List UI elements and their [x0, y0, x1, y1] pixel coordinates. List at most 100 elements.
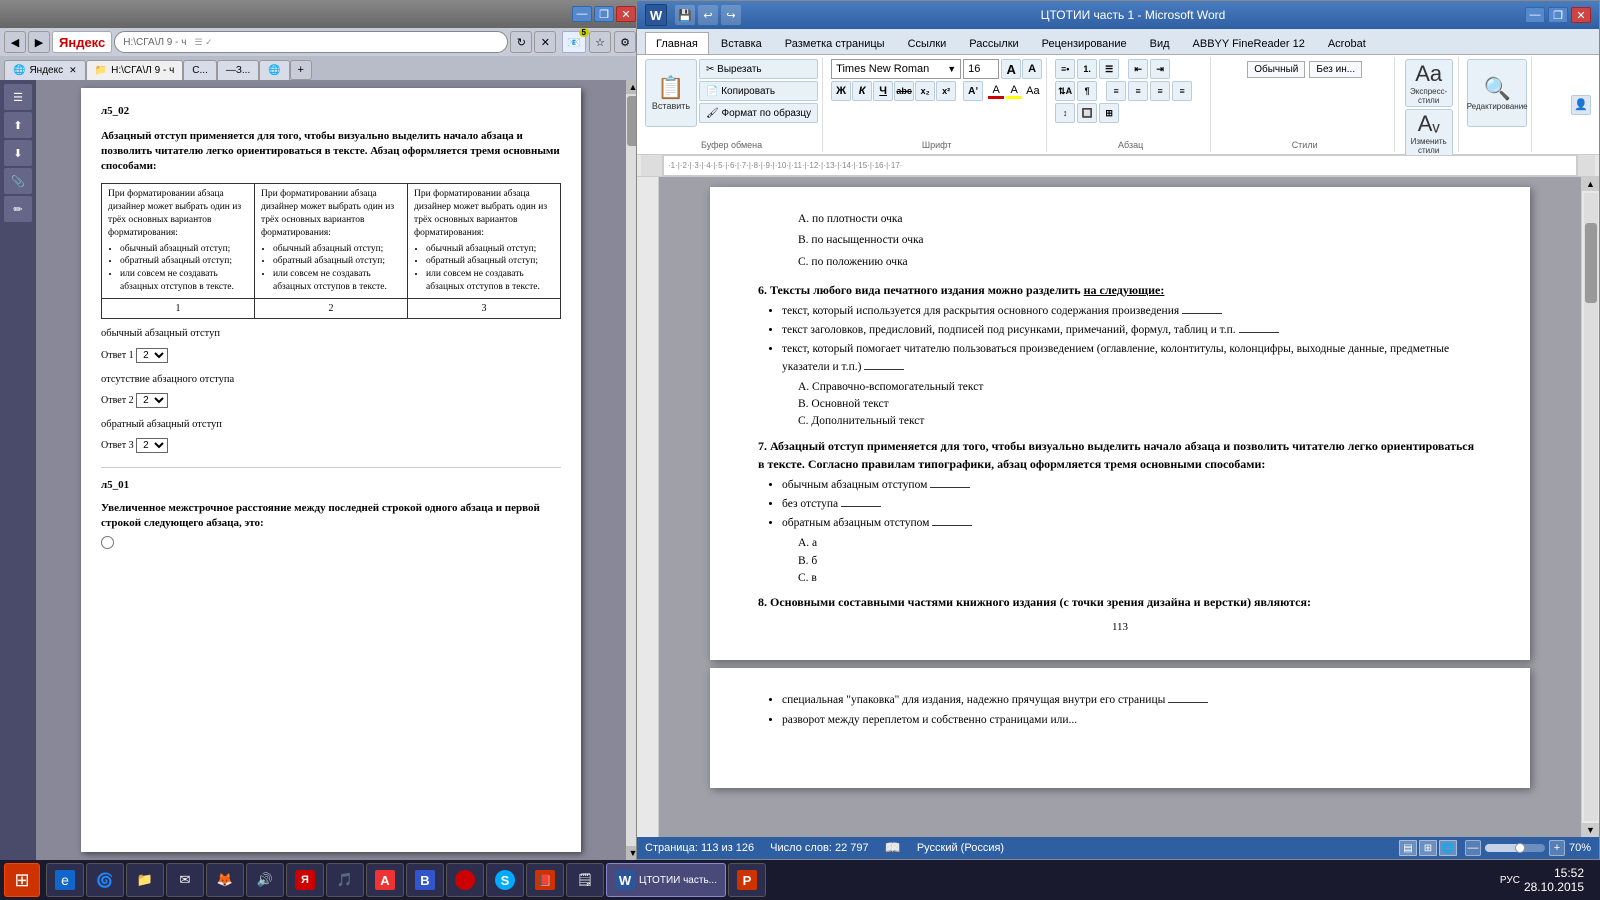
format-painter-btn[interactable]: 🖌 Формат по образцу [699, 103, 818, 123]
bullets-btn[interactable]: ≡• [1055, 59, 1075, 79]
favorites-btn[interactable]: ☆ [589, 31, 611, 53]
view-print-btn[interactable]: ▤ [1399, 840, 1417, 856]
tab-globe[interactable]: 🌐 [259, 60, 289, 80]
tab-yandex[interactable]: 🌐 Яндекс ✕ [4, 60, 86, 80]
superscript-btn[interactable]: x² [936, 81, 956, 101]
align-right-btn[interactable]: ≡ [1150, 81, 1170, 101]
strikethrough-btn[interactable]: abc [894, 81, 914, 101]
italic-btn[interactable]: К [852, 81, 872, 101]
line-spacing-btn[interactable]: ↕ [1055, 103, 1075, 123]
align-center-btn[interactable]: ≡ [1128, 81, 1148, 101]
cut-btn[interactable]: ✂ Вырезать [699, 59, 818, 79]
taskbar-abbyy[interactable]: A [366, 863, 404, 897]
express-styles-btn[interactable]: Aa Экспресс-стили [1405, 59, 1453, 107]
borders-btn[interactable]: ⊞ [1099, 103, 1119, 123]
copy-btn[interactable]: 📄 Копировать [699, 81, 818, 101]
zoom-out-btn[interactable]: — [1465, 840, 1481, 856]
taskbar-note[interactable]: 🗒 [566, 863, 604, 897]
sidebar-btn-2[interactable]: ⬆ [4, 112, 32, 138]
browser-minimize[interactable]: — [572, 6, 592, 22]
clear-format-btn[interactable]: Aʼ [963, 81, 983, 101]
numbering-btn[interactable]: 1. [1077, 59, 1097, 79]
taskbar-email[interactable]: ✉ [166, 863, 204, 897]
change-styles-btn[interactable]: Aᵥ Изменить стили [1405, 109, 1453, 157]
underline-btn[interactable]: Ч [873, 81, 893, 101]
zoom-slider[interactable] [1485, 844, 1545, 852]
font-size-box[interactable]: 16 [963, 59, 999, 79]
highlight-btn[interactable]: A [1006, 84, 1022, 99]
new-tab-btn[interactable]: + [290, 60, 312, 80]
taskbar-word[interactable]: W ЦТОТИИ часть... [606, 863, 726, 897]
justify-btn[interactable]: ≡ [1172, 81, 1192, 101]
style-no-spacing[interactable]: Без ин... [1309, 61, 1362, 78]
taskbar-red-circle[interactable] [446, 863, 484, 897]
tab-references[interactable]: Ссылки [897, 32, 958, 54]
font-grow-btn[interactable]: A [1001, 59, 1021, 79]
tab-yandex-close[interactable]: ✕ [69, 65, 77, 76]
radio-option[interactable] [101, 536, 114, 549]
char-spacing-btn[interactable]: Aa [1026, 85, 1039, 97]
answer1-select[interactable]: 1 2 3 [136, 348, 168, 363]
browser-close[interactable]: ✕ [616, 6, 636, 22]
bold-btn[interactable]: Ж [831, 81, 851, 101]
browser-maximize[interactable]: ❐ [594, 6, 614, 22]
taskbar-files[interactable]: 📁 [126, 863, 164, 897]
word-scroll-down[interactable]: ▼ [1582, 823, 1599, 837]
stop-btn[interactable]: ✕ [534, 31, 556, 53]
sidebar-btn-3[interactable]: ⬇ [4, 140, 32, 166]
tab-c[interactable]: С... [183, 60, 217, 80]
taskbar-sound[interactable]: 🔊 [246, 863, 284, 897]
sidebar-btn-5[interactable]: ✏ [4, 196, 32, 222]
tab-review[interactable]: Рецензирование [1031, 32, 1138, 54]
email-badge-container[interactable]: 📧5 [562, 31, 586, 53]
taskbar-chrome[interactable]: 🌀 [86, 863, 124, 897]
taskbar-b-app[interactable]: B [406, 863, 444, 897]
taskbar-pdf[interactable]: 📕 [526, 863, 564, 897]
url-bar[interactable]: Н:\СГА\Л 9 - ч ☰ ✓ [114, 31, 508, 53]
view-web-btn[interactable]: 🌐 [1439, 840, 1457, 856]
redo-btn[interactable]: ↪ [721, 5, 741, 25]
style-normal[interactable]: Обычный [1247, 61, 1305, 78]
taskbar-yandex[interactable]: Я [286, 863, 324, 897]
tab-z[interactable]: —З... [217, 60, 259, 80]
tab-mailings[interactable]: Рассылки [958, 32, 1029, 54]
forward-button[interactable]: ▶ [28, 31, 50, 53]
editing-btn[interactable]: 🔍 Редактирование [1467, 59, 1527, 127]
back-button[interactable]: ◀ [4, 31, 26, 53]
tab-view[interactable]: Вид [1139, 32, 1181, 54]
show-marks-btn[interactable]: ¶ [1077, 81, 1097, 101]
tools-btn[interactable]: ⚙ [614, 31, 636, 53]
word-scroll-thumb[interactable] [1585, 223, 1597, 303]
increase-indent-btn[interactable]: ⇥ [1150, 59, 1170, 79]
answer2-select[interactable]: 1 2 3 [136, 393, 168, 408]
undo-btn[interactable]: ↩ [698, 5, 718, 25]
ribbon-access-btn[interactable]: 👤 [1571, 95, 1591, 115]
sidebar-btn-1[interactable]: ☰ [4, 84, 32, 110]
yandex-logo[interactable]: Яндекс [52, 31, 112, 53]
subscript-btn[interactable]: x₂ [915, 81, 935, 101]
paste-btn[interactable]: 📋 Вставить [645, 59, 697, 127]
zoom-thumb[interactable] [1515, 843, 1525, 853]
taskbar-skype[interactable]: S [486, 863, 524, 897]
view-fullscreen-btn[interactable]: ⊞ [1419, 840, 1437, 856]
tab-insert[interactable]: Вставка [710, 32, 773, 54]
decrease-indent-btn[interactable]: ⇤ [1128, 59, 1148, 79]
word-scroll-up[interactable]: ▲ [1582, 177, 1599, 191]
sort-btn[interactable]: ⇅A [1055, 81, 1075, 101]
refresh-btn[interactable]: ↻ [510, 31, 532, 53]
font-name-box[interactable]: Times New Roman ▼ [831, 59, 961, 79]
shading-btn[interactable]: 🔲 [1077, 103, 1097, 123]
tab-abbyy[interactable]: ABBYY FineReader 12 [1182, 32, 1316, 54]
sidebar-btn-4[interactable]: 📎 [4, 168, 32, 194]
font-color-btn[interactable]: A [988, 84, 1004, 99]
multilevel-btn[interactable]: ☰ [1099, 59, 1119, 79]
word-close[interactable]: ✕ [1571, 7, 1591, 23]
taskbar-ie[interactable]: e [46, 863, 84, 897]
font-shrink-btn[interactable]: A [1022, 59, 1042, 79]
tab-home[interactable]: Главная [645, 32, 709, 54]
tab-page-layout[interactable]: Разметка страницы [774, 32, 896, 54]
save-btn[interactable]: 💾 [675, 5, 695, 25]
taskbar-music[interactable]: 🎵 [326, 863, 364, 897]
answer3-select[interactable]: 1 2 3 [136, 438, 168, 453]
word-minimize[interactable]: — [1525, 7, 1545, 23]
